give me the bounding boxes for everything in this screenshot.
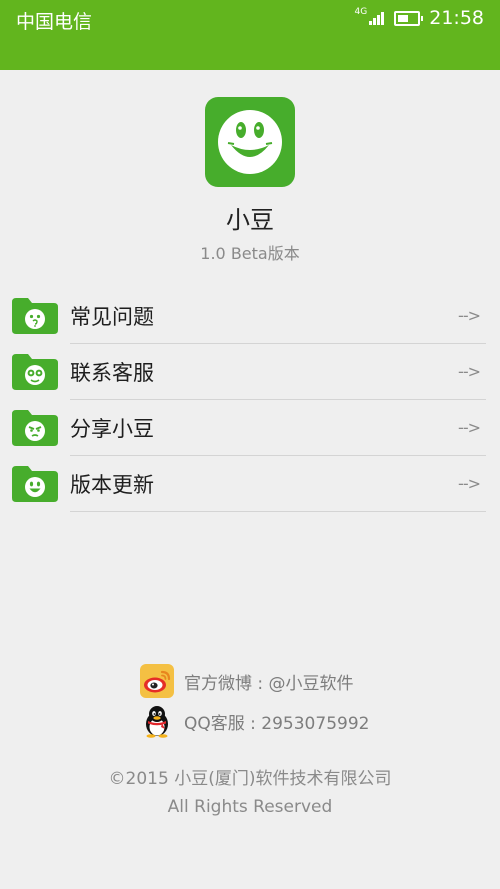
app-version: 1.0 Beta版本 — [200, 244, 300, 263]
arrow-icon: --> — [458, 418, 481, 437]
arrow-icon: --> — [458, 474, 481, 493]
status-indicators: 4G 21:58 — [355, 6, 484, 30]
rights-text: All Rights Reserved — [167, 797, 333, 817]
menu-item-label: 联系客服 — [70, 361, 154, 385]
folder-question-face-icon — [12, 298, 58, 334]
folder-wide-eyes-face-icon — [12, 354, 58, 390]
folder-wink-face-icon — [12, 410, 58, 446]
battery-icon — [394, 10, 424, 26]
carrier-name: 中国电信 — [16, 11, 93, 33]
qq-support-link[interactable]: QQ客服 : 2953075992 — [140, 703, 369, 739]
menu-item-version-update[interactable]: 版本更新 --> — [0, 456, 500, 512]
signal-icon — [368, 11, 385, 25]
menu-item-share[interactable]: 分享小豆 --> — [0, 400, 500, 456]
copyright-text: ©2015 小豆(厦门)软件技术有限公司 — [108, 769, 392, 789]
app-name: 小豆 — [226, 206, 274, 234]
arrow-icon: --> — [458, 362, 481, 381]
weibo-link[interactable]: 官方微博 : @小豆软件 — [140, 663, 354, 699]
qq-penguin-icon — [140, 704, 174, 738]
folder-smile-face-icon — [12, 466, 58, 502]
qq-support-text: QQ客服 : 2953075992 — [184, 713, 370, 734]
smiley-face-icon — [205, 97, 295, 187]
menu-item-label: 版本更新 — [70, 473, 154, 497]
network-type: 4G — [354, 7, 368, 17]
weibo-text: 官方微博 : @小豆软件 — [184, 673, 354, 694]
arrow-icon: --> — [458, 306, 481, 325]
menu-item-faq[interactable]: 常见问题 --> — [0, 288, 500, 344]
menu-item-label: 分享小豆 — [70, 417, 154, 441]
weibo-icon — [140, 664, 174, 698]
menu-item-contact-support[interactable]: 联系客服 --> — [0, 344, 500, 400]
divider — [70, 511, 486, 512]
menu-item-label: 常见问题 — [70, 305, 154, 329]
clock: 21:58 — [429, 7, 484, 29]
menu-list: 常见问题 --> 联系客服 --> 分享小豆 --> 版本更新 --> — [0, 288, 500, 512]
status-bar: 中国电信 4G 21:58 — [0, 0, 500, 70]
